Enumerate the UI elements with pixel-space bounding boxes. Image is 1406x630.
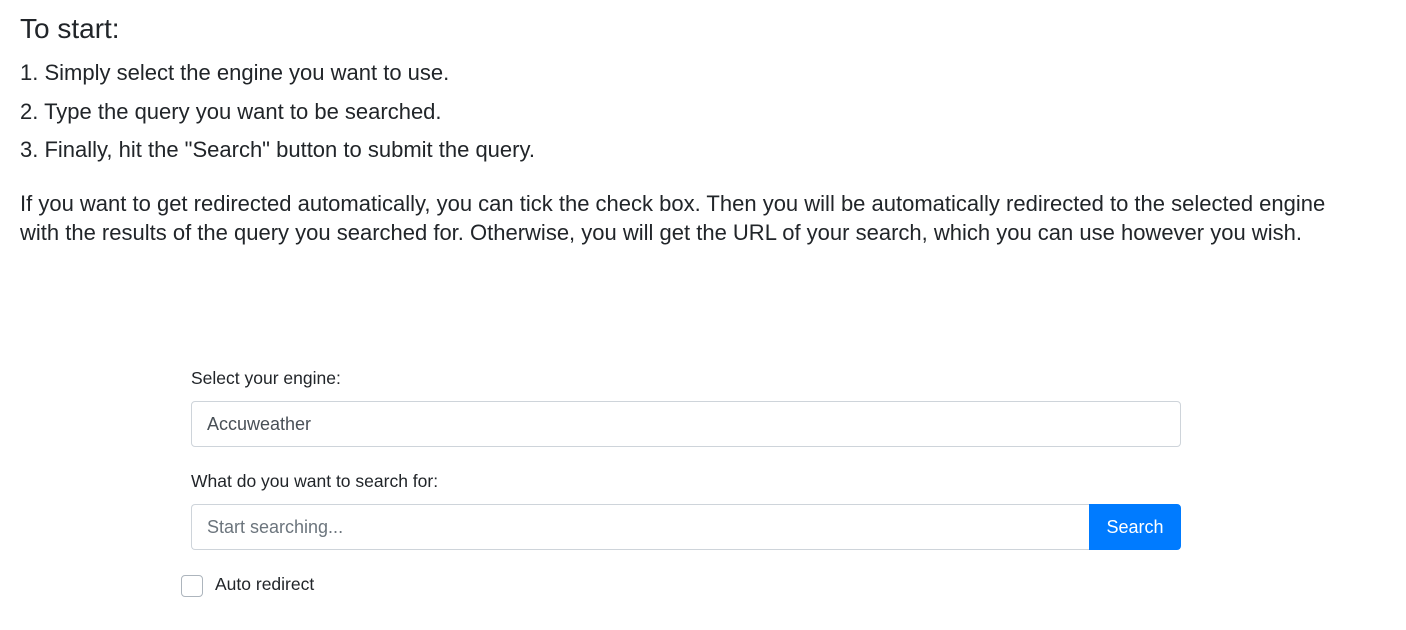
auto-redirect-row: Auto redirect bbox=[181, 572, 314, 597]
step-item: 1. Simply select the engine you want to … bbox=[20, 60, 450, 85]
search-input[interactable] bbox=[191, 504, 1089, 550]
search-form: Select your engine: Accuweather What do … bbox=[191, 365, 1181, 550]
intro-heading: To start: bbox=[20, 13, 120, 44]
engine-label: Select your engine: bbox=[191, 368, 341, 388]
engine-select-value: Accuweather bbox=[207, 413, 312, 434]
intro-paragraph: If you want to get redirected automatica… bbox=[20, 191, 1326, 245]
query-label: What do you want to search for: bbox=[191, 471, 439, 491]
steps-list: 1. Simply select the engine you want to … bbox=[20, 54, 535, 170]
engine-select[interactable]: Accuweather bbox=[191, 401, 1181, 447]
step-item: 2. Type the query you want to be searche… bbox=[20, 98, 442, 124]
search-button[interactable]: Search bbox=[1089, 504, 1181, 550]
auto-redirect-checkbox[interactable] bbox=[181, 575, 203, 597]
step-item: 3. Finally, hit the "Search" button to s… bbox=[20, 137, 535, 162]
search-input-group: Search bbox=[191, 504, 1181, 550]
auto-redirect-label[interactable]: Auto redirect bbox=[215, 572, 314, 596]
page: To start: 1. Simply select the engine yo… bbox=[0, 0, 1406, 630]
